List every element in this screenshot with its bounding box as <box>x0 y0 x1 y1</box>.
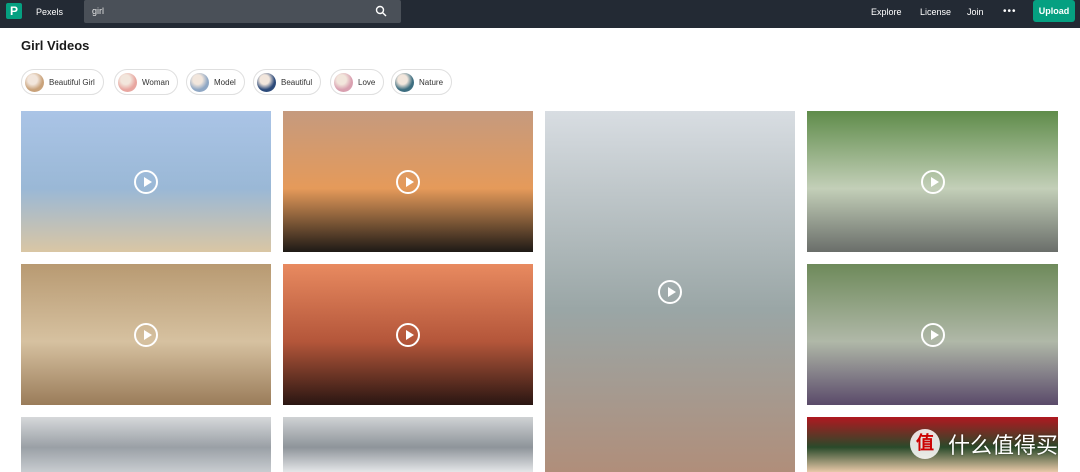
video-tile[interactable] <box>21 111 271 252</box>
watermark: 值 什么值得买 <box>910 428 1058 460</box>
video-tile[interactable] <box>283 417 533 472</box>
chip-thumbnail <box>257 72 276 92</box>
chip-thumbnail <box>118 72 137 92</box>
video-tile[interactable] <box>21 417 271 472</box>
chip-thumbnail <box>25 72 44 92</box>
nav-license[interactable]: License <box>920 7 951 17</box>
chip-woman[interactable]: Woman <box>114 69 179 95</box>
page-title: Girl Videos <box>21 38 90 53</box>
nav-join[interactable]: Join <box>967 7 984 17</box>
search-bar[interactable]: girl <box>84 0 401 23</box>
chip-nature[interactable]: Nature <box>391 69 453 95</box>
pexels-logo[interactable]: P <box>6 3 22 19</box>
chip-thumbnail <box>190 72 209 92</box>
chip-beautiful[interactable]: Beautiful <box>253 69 322 95</box>
play-icon[interactable] <box>134 169 158 194</box>
chip-label: Beautiful <box>281 77 313 87</box>
play-icon[interactable] <box>134 322 158 347</box>
video-tile[interactable] <box>21 264 271 405</box>
chip-beautiful-girl[interactable]: Beautiful Girl <box>21 69 104 95</box>
play-icon[interactable] <box>396 322 420 347</box>
chip-label: Beautiful Girl <box>49 77 95 87</box>
video-tile[interactable] <box>807 264 1058 405</box>
video-tile[interactable] <box>283 111 533 252</box>
play-icon[interactable] <box>920 322 945 347</box>
play-icon[interactable] <box>658 279 682 304</box>
chip-label: Love <box>358 77 376 87</box>
video-tile[interactable] <box>283 264 533 405</box>
nav-explore[interactable]: Explore <box>871 7 902 17</box>
search-icon[interactable] <box>375 5 387 17</box>
chip-label: Model <box>214 77 236 87</box>
watermark-text: 什么值得买 <box>948 434 1059 459</box>
more-menu-icon[interactable]: ••• <box>1003 6 1017 17</box>
chip-thumbnail <box>395 72 414 92</box>
brand-label[interactable]: Pexels <box>36 7 63 17</box>
play-icon[interactable] <box>920 169 945 194</box>
watermark-logo: 值 <box>910 429 940 459</box>
search-input[interactable]: girl <box>92 6 104 16</box>
chip-label: Woman <box>142 77 170 87</box>
chip-thumbnail <box>334 72 353 92</box>
top-navigation-bar: P Pexels girl Explore License Join ••• U… <box>0 0 1080 28</box>
upload-button[interactable]: Upload <box>1033 0 1075 22</box>
video-tile[interactable] <box>807 111 1058 252</box>
play-icon[interactable] <box>396 169 420 194</box>
video-tile[interactable] <box>545 111 795 472</box>
chip-label: Nature <box>419 77 444 87</box>
chip-love[interactable]: Love <box>330 69 385 95</box>
chip-model[interactable]: Model <box>186 69 245 95</box>
